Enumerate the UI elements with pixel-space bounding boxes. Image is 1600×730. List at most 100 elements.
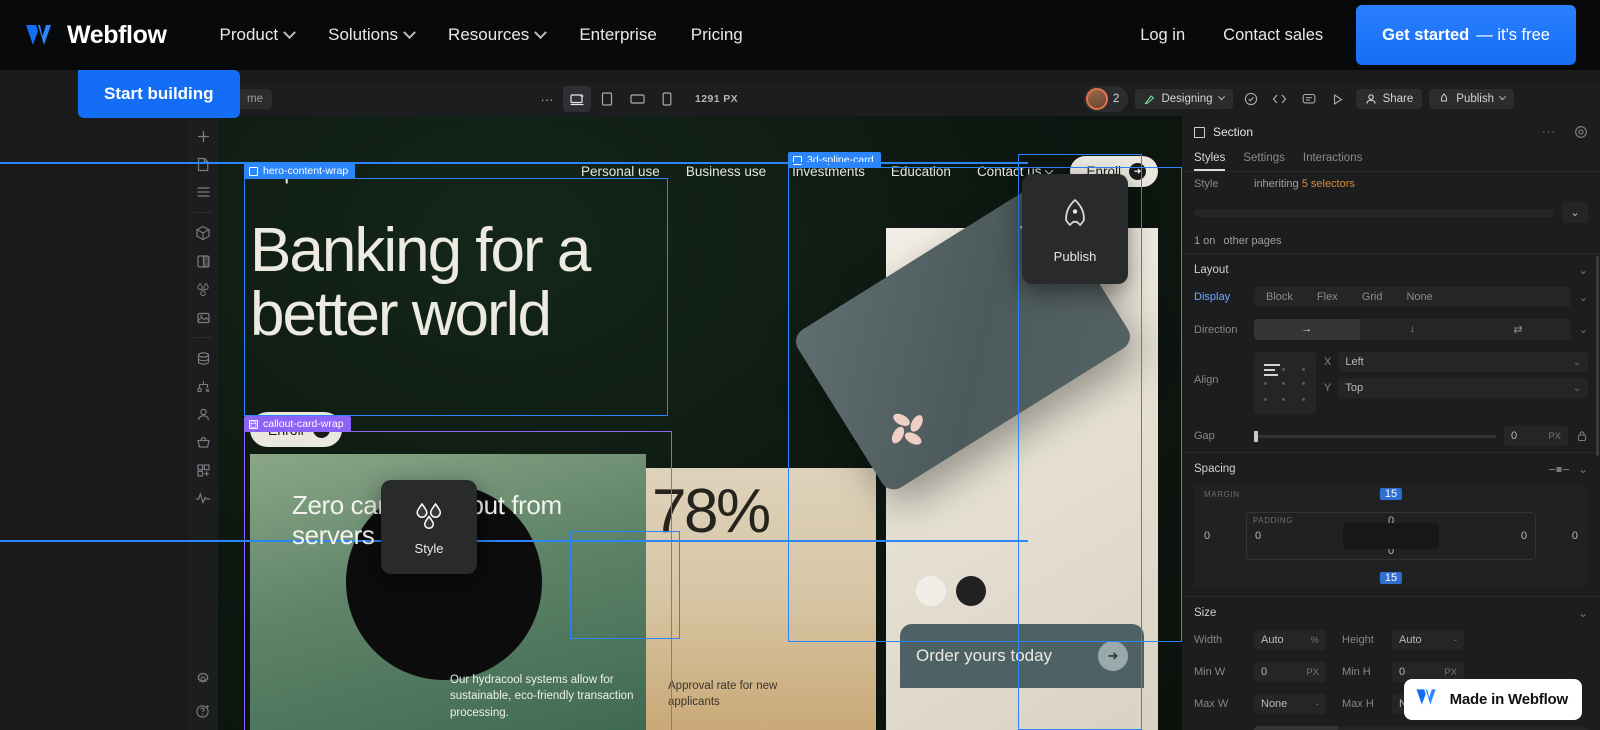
ecommerce-icon[interactable] (190, 429, 216, 455)
padding-right-value[interactable]: 0 (1521, 530, 1527, 542)
settings-gear-icon[interactable] (190, 666, 216, 692)
tab-styles[interactable]: Styles (1194, 148, 1225, 171)
display-option-grid[interactable]: Grid (1350, 287, 1395, 307)
margin-left-value[interactable]: 0 (1204, 530, 1210, 542)
style-selectors-icon[interactable] (190, 276, 216, 302)
order-cta[interactable]: Order yours today ➜ (900, 624, 1144, 688)
margin-right-value[interactable]: 0 (1572, 530, 1578, 542)
tag-3d-spline-card[interactable]: 3d-spline-card (788, 152, 881, 168)
cms-icon[interactable] (190, 345, 216, 371)
nav-item-pricing[interactable]: Pricing (674, 17, 760, 53)
tag-hero-content-wrap[interactable]: hero-content-wrap (244, 163, 355, 179)
tag-callout-card-wrap[interactable]: callout-card-wrap (244, 416, 351, 432)
maxw-field[interactable]: None - (1254, 694, 1326, 714)
webflow-wordmark: Webflow (67, 21, 167, 50)
layout-section-header[interactable]: Layout ⌄ (1182, 253, 1600, 281)
chevron-down-icon[interactable]: ⌄ (1578, 462, 1588, 476)
panel-more-icon[interactable]: ··· (1542, 126, 1556, 138)
align-x-select[interactable]: Left ⌄ (1338, 352, 1588, 372)
direction-row-reverse-icon[interactable]: ⇄ (1465, 319, 1571, 340)
padding-left-value[interactable]: 0 (1255, 530, 1261, 542)
direction-column-icon[interactable]: ↓ (1360, 319, 1466, 340)
chevron-down-icon[interactable]: ⌄ (1579, 323, 1588, 336)
spacing-section-header[interactable]: Spacing ⌄ (1182, 452, 1600, 480)
comment-icon[interactable] (1298, 88, 1320, 110)
checkmark-circle-icon[interactable] (1240, 88, 1262, 110)
swatch-dark[interactable] (956, 576, 986, 606)
code-icon[interactable] (1269, 88, 1291, 110)
desktop-icon[interactable] (563, 86, 591, 112)
nav-item-solutions[interactable]: Solutions (311, 17, 431, 53)
home-tab[interactable]: me (238, 89, 272, 109)
login-link[interactable]: Log in (1123, 18, 1202, 53)
overflow-visible-icon[interactable] (1254, 726, 1338, 730)
inheriting-count[interactable]: 5 selectors (1302, 178, 1355, 190)
overflow-scroll-icon[interactable] (1421, 726, 1505, 730)
overflow-auto-option[interactable]: Auto (1505, 726, 1589, 730)
contact-sales-link[interactable]: Contact sales (1206, 18, 1340, 53)
direction-options: → ↓ ⇄ (1254, 319, 1571, 340)
users-icon[interactable] (190, 401, 216, 427)
site-nav-personal[interactable]: Personal use (581, 164, 660, 179)
get-started-button[interactable]: Get started — it's free (1356, 5, 1576, 65)
margin-top-value[interactable]: 15 (1380, 488, 1402, 500)
mobile-icon[interactable] (653, 86, 681, 112)
size-section-header[interactable]: Size ⌄ (1182, 596, 1600, 624)
toolbar-more-icon[interactable]: ··· (533, 86, 561, 112)
height-field[interactable]: Auto - (1392, 630, 1464, 650)
nav-item-resources[interactable]: Resources (431, 17, 562, 53)
webflow-logo[interactable]: Webflow (24, 21, 167, 50)
components-icon[interactable] (190, 220, 216, 246)
spacing-link-icon[interactable] (1548, 464, 1570, 475)
apps-icon[interactable] (190, 457, 216, 483)
selector-dropdown[interactable]: ⌄ (1562, 202, 1588, 223)
chevron-down-icon[interactable]: ⌄ (1579, 291, 1588, 304)
width-height-row: Width Auto % Height Auto - (1182, 624, 1600, 656)
lock-icon[interactable] (1576, 430, 1588, 442)
audit-icon[interactable] (190, 485, 216, 511)
spacing-control[interactable]: MARGIN 15 15 0 0 PADDING 0 0 0 0 (1194, 484, 1588, 588)
minh-label: Min H (1342, 666, 1384, 678)
publish-button[interactable]: Publish (1429, 89, 1514, 109)
mode-selector[interactable]: Designing (1135, 89, 1232, 109)
nav-item-product[interactable]: Product (203, 17, 312, 53)
gap-field[interactable]: 0 PX (1504, 426, 1568, 446)
margin-bottom-value[interactable]: 15 (1380, 572, 1402, 584)
water-drops-icon (411, 499, 447, 535)
pages-icon[interactable] (190, 151, 216, 177)
selector-input[interactable] (1194, 209, 1554, 217)
made-in-webflow-badge[interactable]: Made in Webflow (1404, 679, 1582, 720)
collaborators[interactable]: 2 (1084, 86, 1128, 112)
help-icon[interactable] (190, 698, 216, 724)
minw-field[interactable]: 0 PX (1254, 662, 1326, 682)
panel-settings-icon[interactable] (1574, 125, 1588, 139)
align-grid[interactable] (1254, 352, 1316, 414)
site-nav-education[interactable]: Education (891, 164, 951, 179)
site-nav-business[interactable]: Business use (686, 164, 766, 179)
display-option-block[interactable]: Block (1254, 287, 1305, 307)
nav-item-enterprise[interactable]: Enterprise (562, 17, 673, 53)
gap-slider[interactable] (1254, 435, 1496, 438)
align-y-select[interactable]: Top ⌄ (1338, 378, 1588, 398)
logic-icon[interactable] (190, 373, 216, 399)
swatch-light[interactable] (916, 576, 946, 606)
spline-card-panel[interactable]: ✕ (886, 228, 1158, 730)
tab-interactions[interactable]: Interactions (1303, 148, 1362, 171)
tablet-icon[interactable] (593, 86, 621, 112)
tab-settings[interactable]: Settings (1243, 148, 1285, 171)
panel-scrollbar[interactable] (1596, 256, 1599, 456)
variables-icon[interactable] (190, 248, 216, 274)
share-button[interactable]: Share (1356, 89, 1423, 109)
direction-row-icon[interactable]: → (1254, 319, 1360, 340)
overflow-hidden-icon[interactable] (1338, 726, 1422, 730)
tablet-landscape-icon[interactable] (623, 86, 651, 112)
add-elements-icon[interactable] (190, 123, 216, 149)
start-building-button[interactable]: Start building (78, 70, 240, 118)
width-field[interactable]: Auto % (1254, 630, 1326, 650)
stat-card[interactable]: 78% Approval rate for new applicants (646, 468, 876, 730)
assets-icon[interactable] (190, 304, 216, 330)
display-option-flex[interactable]: Flex (1305, 287, 1350, 307)
display-option-none[interactable]: None (1394, 287, 1444, 307)
preview-play-icon[interactable] (1327, 88, 1349, 110)
navigator-icon[interactable] (190, 179, 216, 205)
